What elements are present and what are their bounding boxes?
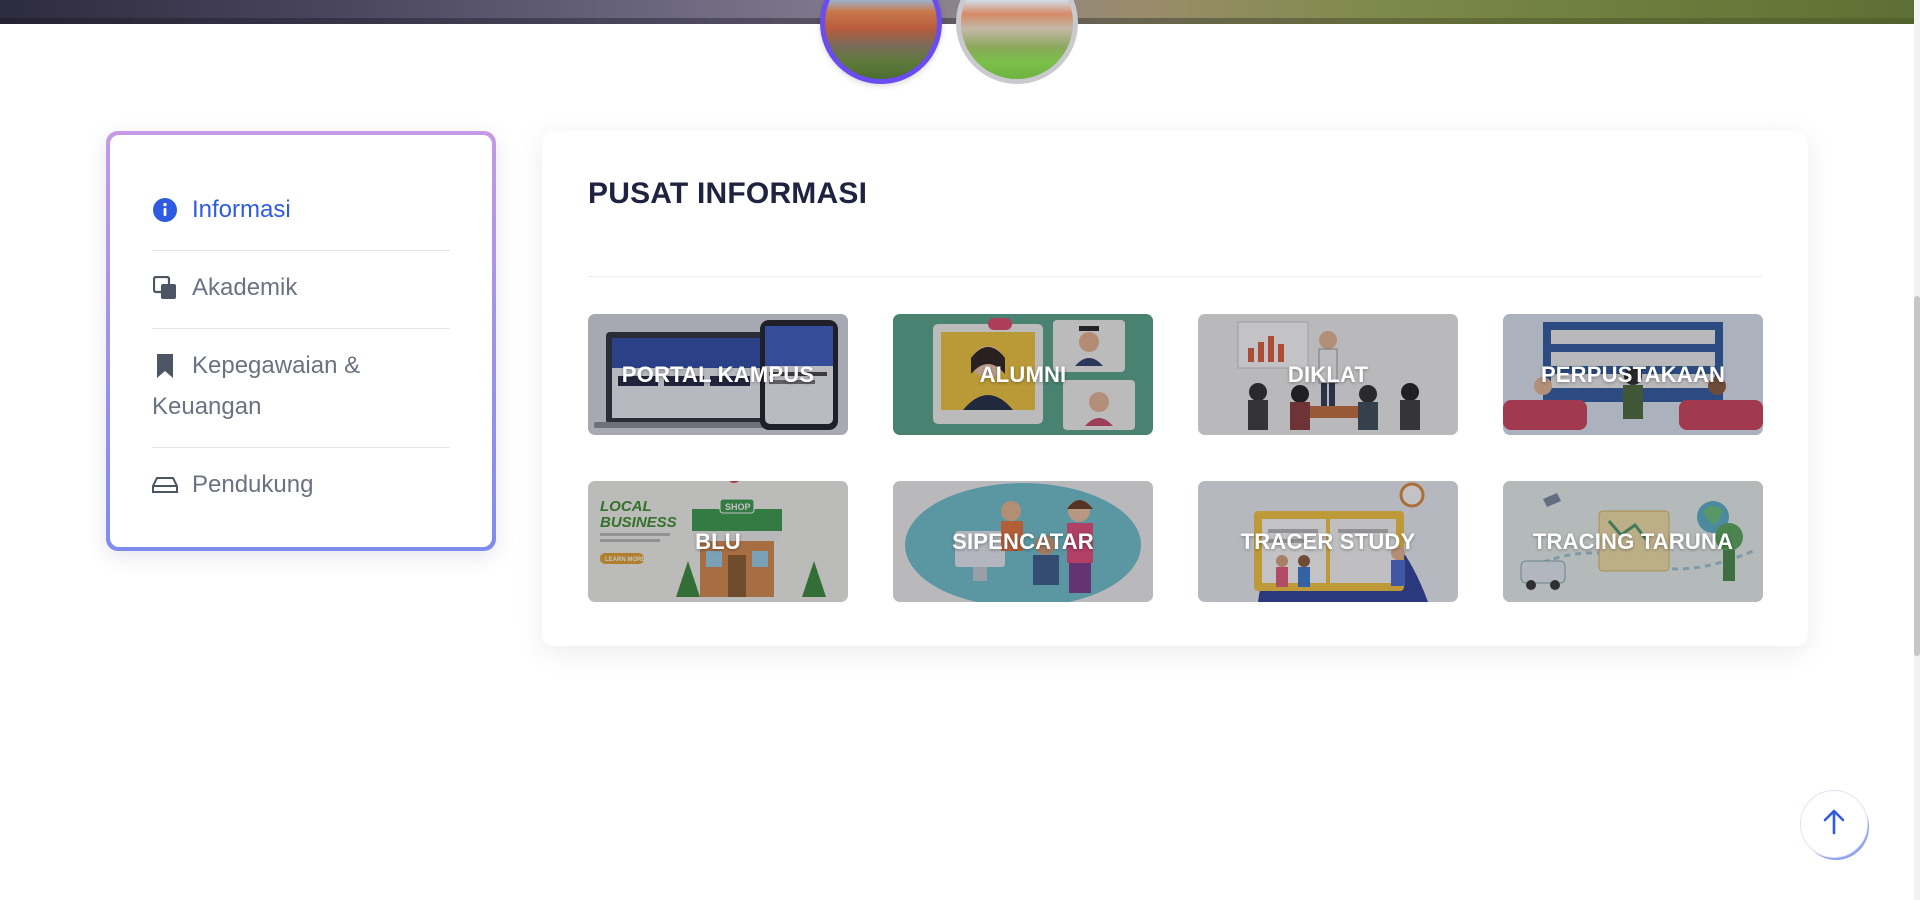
page-scrollbar[interactable]: [1914, 0, 1920, 900]
tile-label: DIKLAT: [1287, 361, 1369, 387]
tile-alumni[interactable]: ALUMNI: [893, 314, 1153, 435]
sidebar-item-label: Pendukung: [192, 471, 314, 498]
sidebar-item-pendukung[interactable]: Pendukung: [152, 448, 450, 525]
tile-label: PORTAL KAMPUS: [621, 361, 815, 387]
tile-label: TRACING TARUNA: [1532, 528, 1734, 554]
sidebar-item-label: Akademik: [192, 274, 298, 301]
tile-perpustakaan[interactable]: PERPUSTAKAAN: [1503, 314, 1763, 435]
tile-label: BLU: [695, 528, 741, 554]
sidebar-item-label: Kepegawaian & Keuangan: [152, 352, 361, 420]
campus-photo-avatar-active[interactable]: [820, 0, 942, 84]
sidebar-item-informasi[interactable]: Informasi: [152, 189, 450, 251]
info-circle-icon: [152, 189, 178, 230]
copy-icon: [152, 267, 178, 308]
tile-blu[interactable]: LOCAL BUSINESS LEARN MORE SHOP BLU: [588, 481, 848, 602]
title-divider: [588, 276, 1762, 277]
arrow-up-icon: [1823, 809, 1845, 840]
tile-tracing-taruna[interactable]: TRACING TARUNA: [1503, 481, 1763, 602]
tile-diklat[interactable]: DIKLAT: [1198, 314, 1458, 435]
tile-label: SIPENCATAR: [952, 528, 1094, 554]
hard-drive-icon: [152, 464, 178, 505]
back-to-top-button[interactable]: [1800, 790, 1868, 858]
category-sidebar: Informasi Akademik Kepegawaian & Keuanga…: [106, 131, 496, 551]
scrollbar-thumb[interactable]: [1914, 296, 1920, 656]
campus-photo-avatar[interactable]: [956, 0, 1078, 84]
sidebar-item-akademik[interactable]: Akademik: [152, 251, 450, 329]
category-list: Informasi Akademik Kepegawaian & Keuanga…: [110, 135, 492, 547]
page-title: PUSAT INFORMASI: [588, 177, 868, 210]
bookmark-icon: [152, 345, 178, 386]
service-tile-grid: PORTAL KAMPUS ALUMNI DIKLAT PERPUSTAKAAN…: [588, 314, 1763, 602]
sidebar-item-kepegawaian-keuangan[interactable]: Kepegawaian & Keuangan: [152, 329, 450, 448]
tile-label: TRACER STUDY: [1240, 528, 1416, 554]
tile-label: ALUMNI: [979, 361, 1067, 387]
tile-tracer-study[interactable]: TRACER STUDY: [1198, 481, 1458, 602]
tile-portal-kampus[interactable]: PORTAL KAMPUS: [588, 314, 848, 435]
tile-sipencatar[interactable]: SIPENCATAR: [893, 481, 1153, 602]
info-center-card: PUSAT INFORMASI PORTAL KAMPUS ALUMNI DIK…: [542, 131, 1808, 646]
tile-label: PERPUSTAKAAN: [1540, 361, 1726, 387]
sidebar-item-label: Informasi: [192, 196, 291, 223]
